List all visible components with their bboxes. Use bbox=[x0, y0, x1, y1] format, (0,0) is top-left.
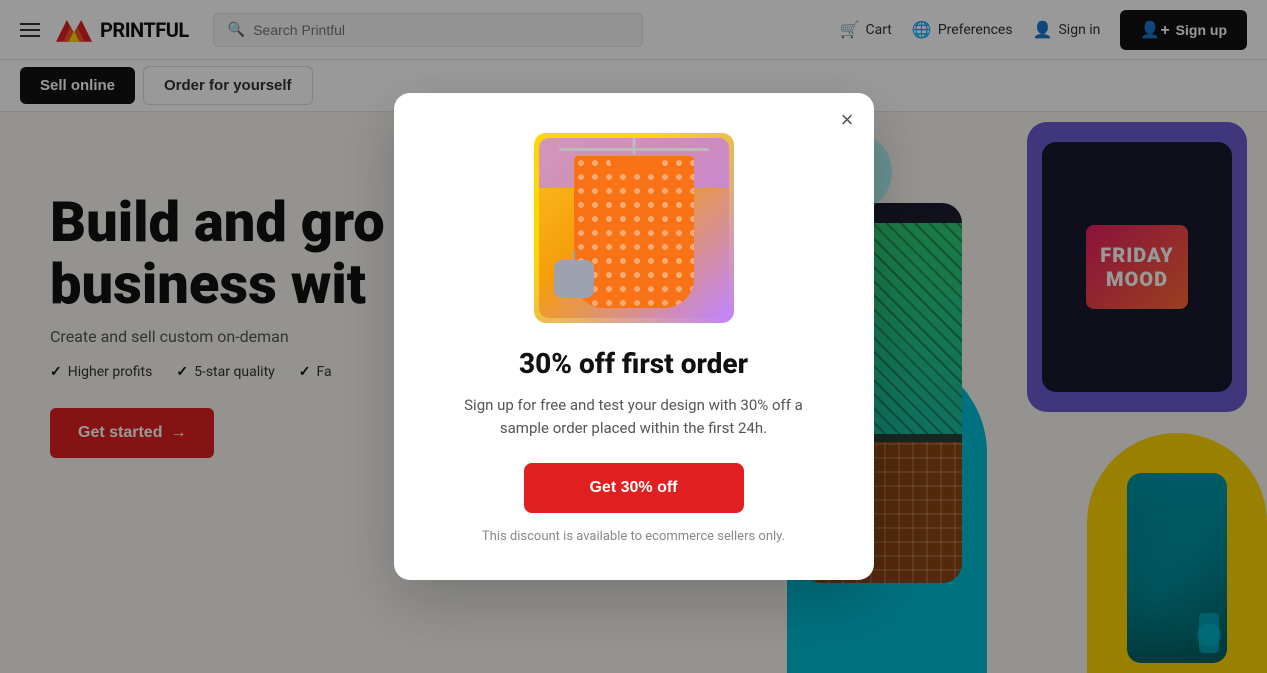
modal-fine-print: This discount is available to ecommerce … bbox=[442, 529, 826, 544]
modal-title: 30% off first order bbox=[442, 347, 826, 380]
modal-description: Sign up for free and test your design wi… bbox=[442, 394, 826, 439]
modal-overlay[interactable]: × 30% off first order Sign up for free bbox=[0, 0, 1267, 673]
discount-modal: × 30% off first order Sign up for free bbox=[394, 93, 874, 580]
modal-product-image bbox=[534, 133, 734, 323]
modal-close-button[interactable]: × bbox=[841, 109, 854, 131]
get-discount-button[interactable]: Get 30% off bbox=[524, 463, 744, 513]
